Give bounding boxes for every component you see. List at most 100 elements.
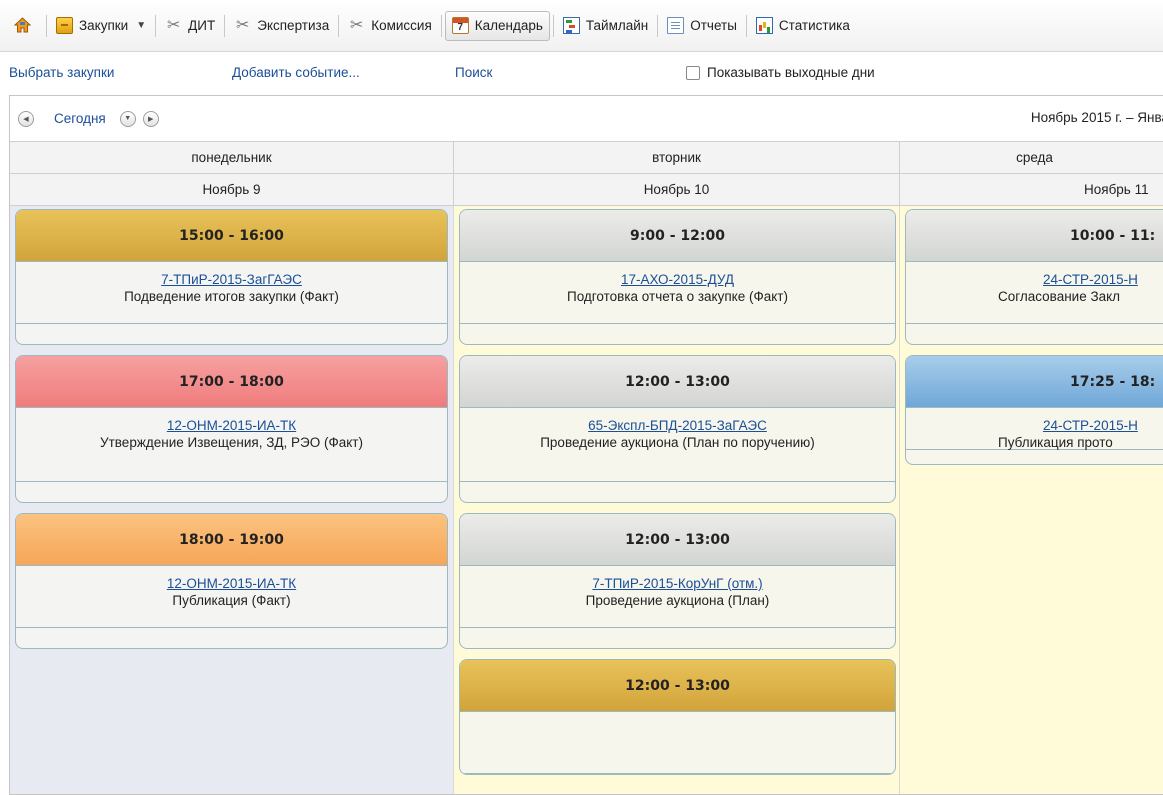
day-date-wednesday: Ноябрь 11 — [900, 174, 1163, 205]
next-period-button[interactable]: ▶ — [142, 110, 159, 127]
search-link[interactable]: Поиск — [455, 65, 492, 80]
event-purchase-link[interactable]: 12-ОНМ-2015-ИА-ТК — [16, 575, 447, 592]
menu-item-label: Комиссия — [371, 18, 432, 33]
report-icon — [667, 17, 685, 34]
event-footer — [16, 628, 447, 648]
menu-item-label: ДИТ — [188, 18, 216, 33]
tools-icon: ✂ — [350, 17, 364, 34]
menu-separator — [155, 14, 157, 37]
menu-item-statistics[interactable]: Статистика — [750, 11, 856, 41]
event-purchase-link[interactable]: 7-ТПиР-2015-ЗагГАЭС — [16, 271, 447, 288]
menu-separator — [46, 14, 47, 37]
menu-item-label: Статистика — [778, 18, 850, 33]
day-dates-row: Ноябрь 9 Ноябрь 10 Ноябрь 11 — [10, 174, 1163, 206]
event-time: 17:25 - 18: — [906, 356, 1163, 408]
day-name-monday: понедельник — [10, 142, 454, 173]
calendar-event[interactable]: 9:00 - 12:00 17-АХО-2015-ДУД Подготовка … — [459, 209, 896, 345]
event-purchase-link[interactable]: 65-Экспл-БПД-2015-ЗаГАЭС — [460, 417, 895, 434]
tools-icon: ✂ — [236, 17, 250, 34]
day-names-row: понедельник вторник среда — [10, 142, 1163, 174]
event-purchase-link[interactable]: 17-АХО-2015-ДУД — [460, 271, 895, 288]
event-time: 9:00 - 12:00 — [460, 210, 895, 262]
calendar-event[interactable]: 17:00 - 18:00 12-ОНМ-2015-ИА-ТК Утвержде… — [15, 355, 448, 503]
calendar-event[interactable]: 10:00 - 11: 24-СТР-2015-Н Согласование З… — [905, 209, 1163, 345]
menu-item-reports[interactable]: Отчеты — [661, 11, 743, 41]
calendar-event[interactable]: 18:00 - 19:00 12-ОНМ-2015-ИА-ТК Публикац… — [15, 513, 448, 649]
event-body: 65-Экспл-БПД-2015-ЗаГАЭС Проведение аукц… — [460, 408, 895, 482]
main-menu-bar: Закупки ▼ ✂ ДИТ ✂ Экспертиза ✂ Комиссия … — [0, 0, 1163, 52]
event-time: 12:00 - 13:00 — [460, 356, 895, 408]
event-purchase-link[interactable]: 7-ТПиР-2015-КорУнГ (отм.) — [460, 575, 895, 592]
show-weekends-checkbox[interactable] — [686, 65, 700, 80]
today-button[interactable]: Сегодня — [54, 111, 106, 126]
event-description: Публикация прото — [998, 435, 1113, 450]
menu-item-commission[interactable]: ✂ Комиссия — [342, 11, 438, 41]
event-time: 15:00 - 16:00 — [16, 210, 447, 262]
home-button[interactable] — [8, 11, 43, 41]
event-time: 12:00 - 13:00 — [460, 660, 895, 712]
calendar-nav-bar: ◀ Сегодня ▼ ▶ Ноябрь 2015 г. – Янва — [10, 96, 1163, 142]
chevron-down-icon[interactable]: ▼ — [136, 20, 146, 31]
show-weekends-label: Показывать выходные дни — [707, 65, 875, 80]
event-footer — [460, 482, 895, 502]
show-weekends-toggle[interactable]: Показывать выходные дни — [686, 65, 875, 80]
event-body: 7-ТПиР-2015-ЗагГАЭС Подведение итогов за… — [16, 262, 447, 324]
event-description: Согласование Закл — [998, 289, 1121, 304]
event-body: 24-СТР-2015-Н Публикация прото — [906, 408, 1163, 450]
day-date-tuesday: Ноябрь 10 — [454, 174, 900, 205]
event-description: Подведение итогов закупки (Факт) — [124, 289, 339, 304]
event-purchase-link[interactable]: 24-СТР-2015-Н — [906, 271, 1163, 288]
day-column-wednesday[interactable]: 10:00 - 11: 24-СТР-2015-Н Согласование З… — [900, 206, 1163, 794]
timeline-icon — [562, 17, 580, 34]
add-event-link[interactable]: Добавить событие... — [232, 65, 360, 80]
day-name-tuesday: вторник — [454, 142, 900, 173]
calendar-event[interactable]: 15:00 - 16:00 7-ТПиР-2015-ЗагГАЭС Подвед… — [15, 209, 448, 345]
menu-separator — [338, 14, 340, 37]
event-footer — [16, 482, 447, 502]
menu-item-label: Календарь — [474, 18, 543, 33]
menu-item-label: Закупки — [79, 18, 129, 33]
event-body: 17-АХО-2015-ДУД Подготовка отчета о заку… — [460, 262, 895, 324]
menu-item-purchases[interactable]: Закупки ▼ — [50, 11, 152, 41]
menu-item-dit[interactable]: ✂ ДИТ — [159, 11, 221, 41]
day-column-tuesday[interactable]: 9:00 - 12:00 17-АХО-2015-ДУД Подготовка … — [454, 206, 900, 794]
period-picker-button[interactable]: ▼ — [119, 110, 136, 127]
stats-icon — [755, 17, 773, 34]
event-time: 18:00 - 19:00 — [16, 514, 447, 566]
menu-item-calendar[interactable]: Календарь — [444, 10, 550, 41]
select-purchases-link[interactable]: Выбрать закупки — [9, 65, 114, 80]
calendar-view: ◀ Сегодня ▼ ▶ Ноябрь 2015 г. – Янва поне… — [9, 95, 1163, 795]
event-description: Проведение аукциона (План по поручению) — [540, 435, 815, 450]
calendar-event[interactable]: 12:00 - 13:00 — [459, 659, 896, 775]
event-footer — [460, 324, 895, 344]
briefcase-icon — [56, 17, 73, 34]
calendar-event[interactable]: 12:00 - 13:00 65-Экспл-БПД-2015-ЗаГАЭС П… — [459, 355, 896, 503]
event-description: Публикация (Факт) — [172, 593, 291, 608]
event-body: 12-ОНМ-2015-ИА-ТК Утверждение Извещения,… — [16, 408, 447, 482]
menu-item-label: Экспертиза — [257, 18, 330, 33]
calendar-event[interactable]: 12:00 - 13:00 7-ТПиР-2015-КорУнГ (отм.) … — [459, 513, 896, 649]
day-date-monday: Ноябрь 9 — [10, 174, 454, 205]
event-description: Утверждение Извещения, ЗД, РЭО (Факт) — [100, 435, 363, 450]
menu-item-label: Таймлайн — [585, 18, 649, 33]
menu-item-timeline[interactable]: Таймлайн — [557, 11, 654, 41]
prev-period-button[interactable]: ◀ — [18, 110, 34, 127]
event-footer — [906, 324, 1163, 344]
event-purchase-link[interactable]: 24-СТР-2015-Н — [906, 417, 1163, 434]
day-columns: 15:00 - 16:00 7-ТПиР-2015-ЗагГАЭС Подвед… — [10, 206, 1163, 794]
event-body: 24-СТР-2015-Н Согласование Закл — [906, 262, 1163, 324]
tools-icon: ✂ — [166, 17, 181, 34]
menu-separator — [440, 14, 442, 37]
day-name-wednesday: среда — [900, 142, 1163, 173]
event-purchase-link[interactable]: 12-ОНМ-2015-ИА-ТК — [16, 417, 447, 434]
menu-item-expertise[interactable]: ✂ Экспертиза — [228, 11, 335, 41]
event-time: 10:00 - 11: — [906, 210, 1163, 262]
event-description: Подготовка отчета о закупке (Факт) — [567, 289, 788, 304]
calendar-event[interactable]: 17:25 - 18: 24-СТР-2015-Н Публикация про… — [905, 355, 1163, 465]
calendar-icon — [451, 17, 469, 34]
event-body: 7-ТПиР-2015-КорУнГ (отм.) Проведение аук… — [460, 566, 895, 628]
date-range-title: Ноябрь 2015 г. – Янва — [1030, 110, 1163, 125]
day-column-monday[interactable]: 15:00 - 16:00 7-ТПиР-2015-ЗагГАЭС Подвед… — [10, 206, 454, 794]
event-footer — [460, 628, 895, 648]
event-footer — [16, 324, 447, 344]
